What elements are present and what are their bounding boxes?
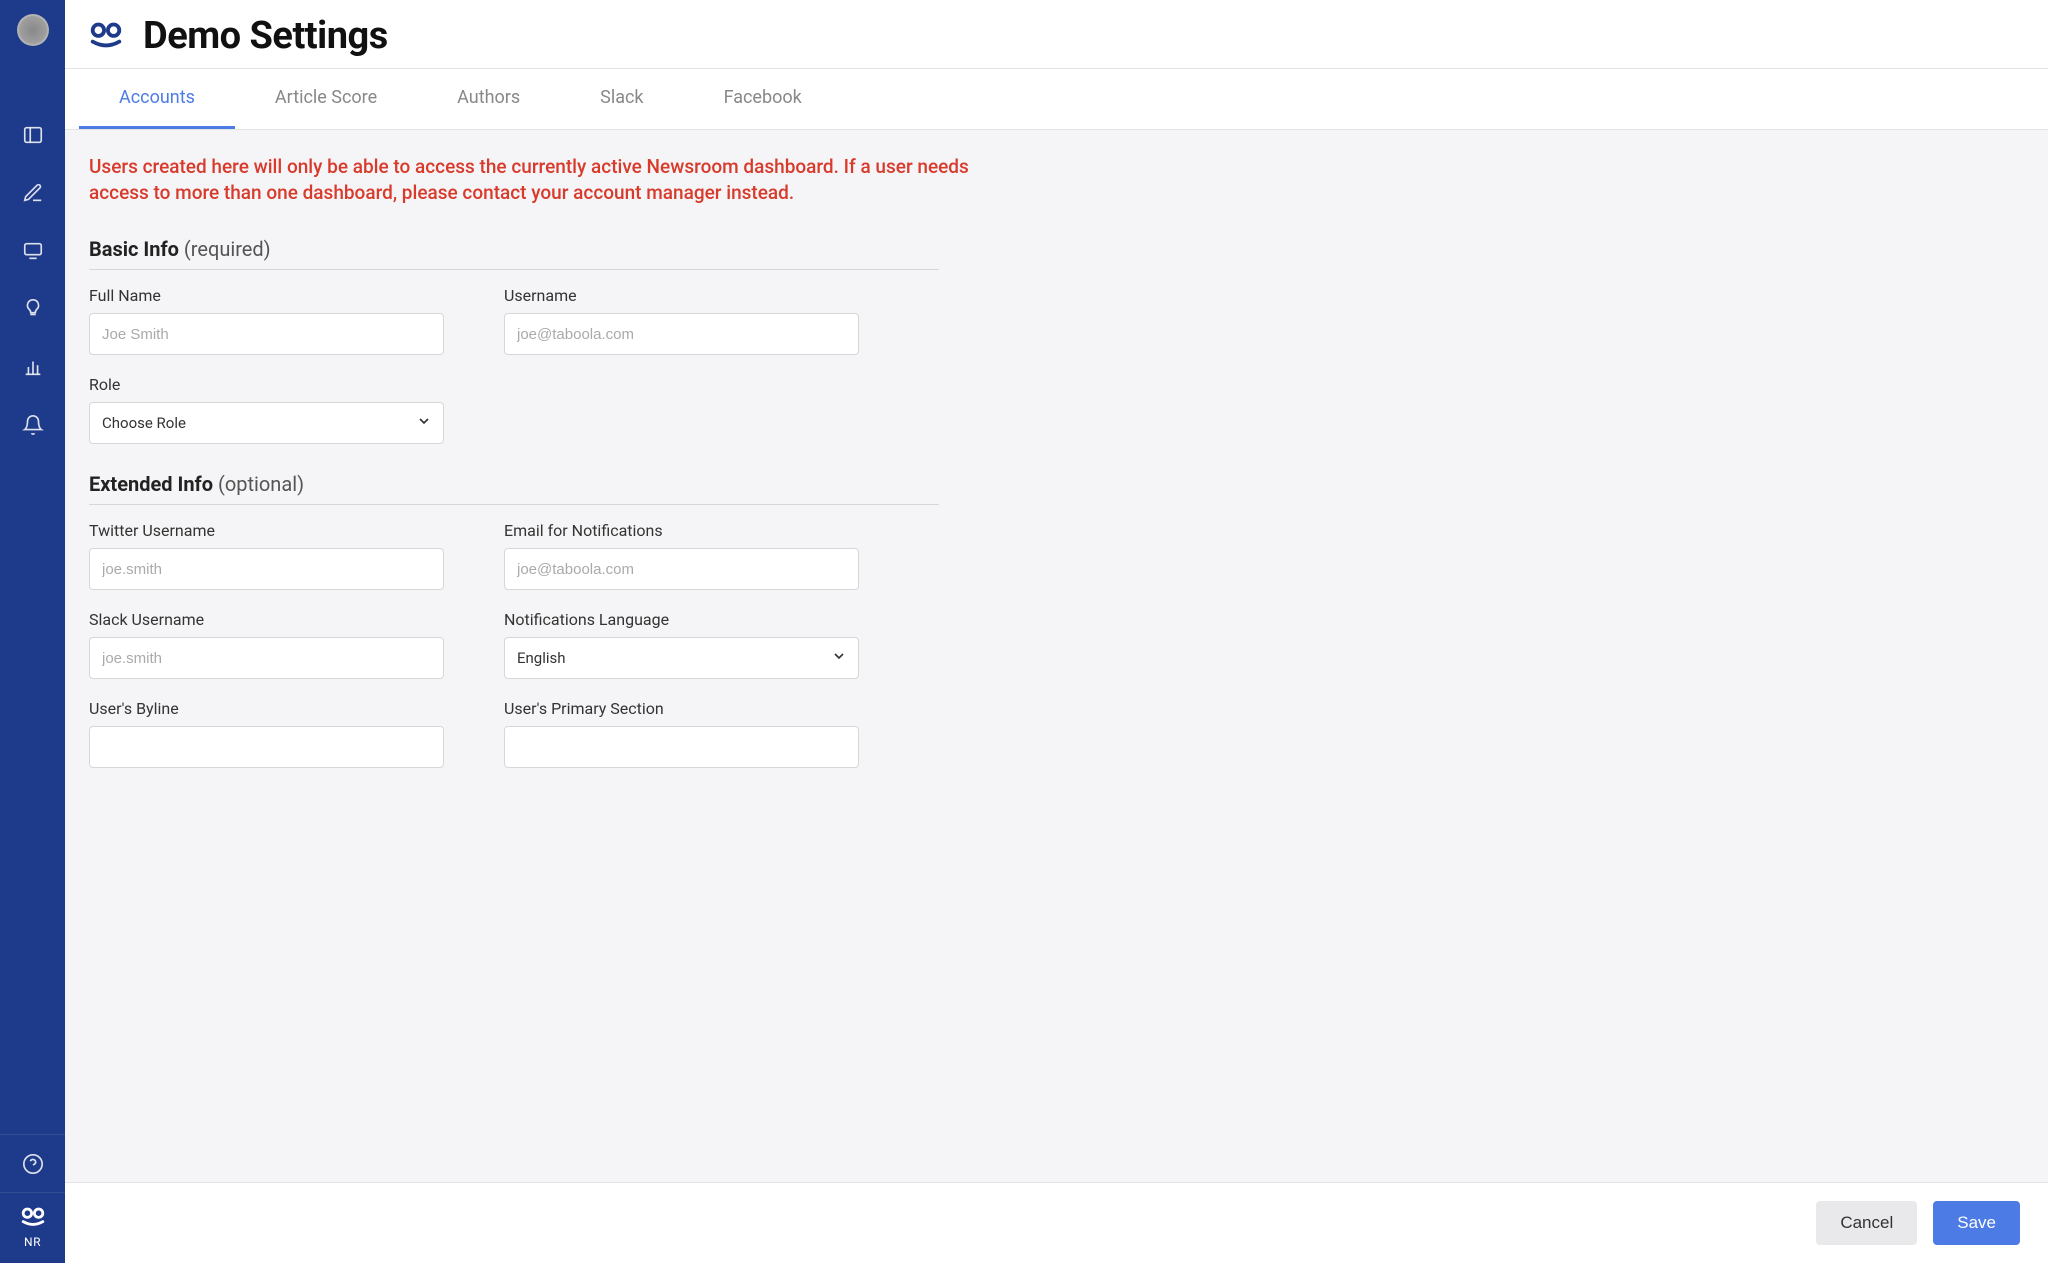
- slack-label: Slack Username: [89, 610, 444, 629]
- tab-slack[interactable]: Slack: [560, 69, 683, 129]
- notif-lang-select[interactable]: English: [504, 637, 859, 679]
- warning-text: Users created here will only be able to …: [89, 154, 969, 205]
- header-logo-icon: [87, 19, 125, 53]
- tab-accounts[interactable]: Accounts: [79, 69, 235, 129]
- basic-info-header: Basic Info (required): [89, 237, 939, 270]
- byline-input[interactable]: [89, 726, 444, 768]
- sidebar-logo-label: NR: [0, 1235, 65, 1249]
- save-button[interactable]: Save: [1933, 1201, 2020, 1245]
- cancel-button[interactable]: Cancel: [1816, 1201, 1917, 1245]
- sidebar-bell-icon[interactable]: [0, 396, 65, 454]
- tab-article-score[interactable]: Article Score: [235, 69, 417, 129]
- footer: Cancel Save: [65, 1182, 2048, 1263]
- tabs: Accounts Article Score Authors Slack Fac…: [65, 68, 2048, 130]
- email-notif-input[interactable]: [504, 548, 859, 590]
- sidebar-lightbulb-icon[interactable]: [0, 280, 65, 338]
- full-name-label: Full Name: [89, 286, 444, 305]
- avatar[interactable]: [17, 14, 49, 46]
- twitter-input[interactable]: [89, 548, 444, 590]
- slack-input[interactable]: [89, 637, 444, 679]
- byline-label: User's Byline: [89, 699, 444, 718]
- content: Users created here will only be able to …: [65, 130, 2048, 1182]
- email-notif-label: Email for Notifications: [504, 521, 859, 540]
- tab-facebook[interactable]: Facebook: [684, 69, 842, 129]
- role-select[interactable]: Choose Role: [89, 402, 444, 444]
- primary-section-label: User's Primary Section: [504, 699, 859, 718]
- page-title: Demo Settings: [143, 14, 388, 58]
- username-input[interactable]: [504, 313, 859, 355]
- sidebar-help-icon[interactable]: [0, 1134, 65, 1192]
- sidebar-edit-icon[interactable]: [0, 164, 65, 222]
- primary-section-input[interactable]: [504, 726, 859, 768]
- username-label: Username: [504, 286, 859, 305]
- extended-info-header: Extended Info (optional): [89, 472, 939, 505]
- notif-lang-label: Notifications Language: [504, 610, 859, 629]
- sidebar-analytics-icon[interactable]: [0, 338, 65, 396]
- role-label: Role: [89, 375, 444, 394]
- sidebar-logo[interactable]: NR: [0, 1192, 65, 1263]
- sidebar-dashboard-icon[interactable]: [0, 106, 65, 164]
- twitter-label: Twitter Username: [89, 521, 444, 540]
- sidebar: NR: [0, 0, 65, 1263]
- full-name-input[interactable]: [89, 313, 444, 355]
- header: Demo Settings: [65, 0, 2048, 68]
- tab-authors[interactable]: Authors: [417, 69, 560, 129]
- sidebar-monitor-icon[interactable]: [0, 222, 65, 280]
